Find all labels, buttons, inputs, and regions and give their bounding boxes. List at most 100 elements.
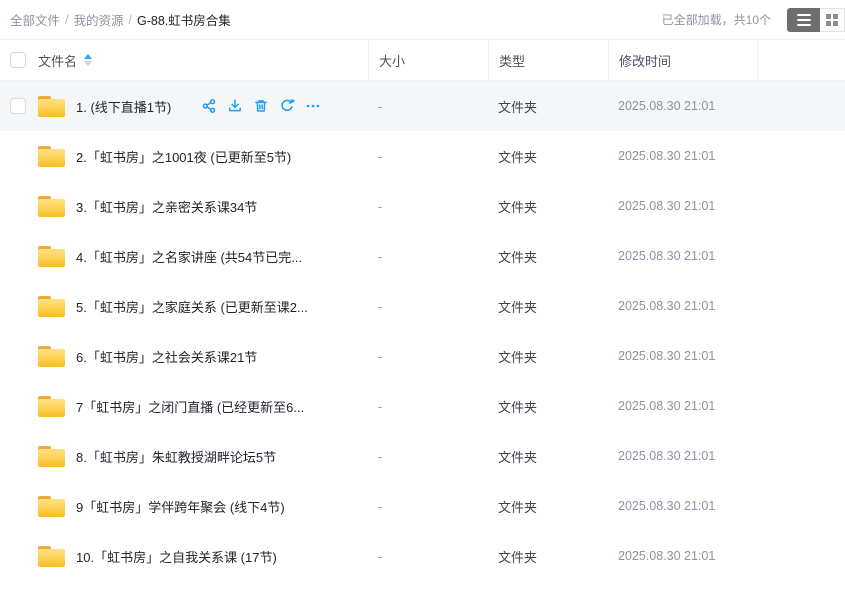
file-type: 文件夹 bbox=[488, 81, 608, 131]
table-row[interactable]: 9「虹书房」学伴跨年聚会 (线下4节) bbox=[0, 481, 845, 531]
file-modified: 2025.08.30 21:01 bbox=[608, 331, 757, 381]
save-copy-icon[interactable] bbox=[279, 98, 295, 114]
load-status-text: 已全部加载，共10个 bbox=[662, 11, 771, 28]
row-spacer bbox=[757, 81, 845, 131]
file-modified: 2025.08.30 21:01 bbox=[608, 81, 757, 131]
file-name[interactable]: 2.「虹书房」之1001夜 (已更新至5节) bbox=[76, 147, 291, 166]
file-size: - bbox=[368, 331, 488, 381]
folder-icon bbox=[38, 446, 65, 467]
file-size: - bbox=[368, 81, 488, 131]
folder-icon bbox=[38, 96, 65, 117]
breadcrumb-separator: / bbox=[129, 13, 132, 27]
column-header-size[interactable]: 大小 bbox=[368, 40, 488, 80]
table-row[interactable]: 8.「虹书房」朱虹教授湖畔论坛5节 bbox=[0, 431, 845, 481]
file-modified: 2025.08.30 21:01 bbox=[608, 431, 757, 481]
folder-icon bbox=[38, 346, 65, 367]
file-size: - bbox=[368, 281, 488, 331]
file-size: - bbox=[368, 381, 488, 431]
folder-icon bbox=[38, 496, 65, 517]
view-toggle bbox=[787, 8, 845, 32]
column-header-name[interactable]: 文件名 bbox=[38, 51, 77, 70]
file-modified: 2025.08.30 21:01 bbox=[608, 481, 757, 531]
table-row[interactable]: 6.「虹书房」之社会关系课21节 bbox=[0, 331, 845, 381]
breadcrumb: 全部文件 / 我的资源 / G-88.虹书房合集 bbox=[10, 10, 662, 29]
row-spacer bbox=[757, 381, 845, 431]
row-spacer bbox=[757, 131, 845, 181]
row-spacer bbox=[757, 231, 845, 281]
file-modified: 2025.08.30 21:01 bbox=[608, 381, 757, 431]
sort-icon[interactable] bbox=[84, 54, 92, 66]
table-row[interactable]: 3.「虹书房」之亲密关系课34节 bbox=[0, 181, 845, 231]
grid-view-icon[interactable] bbox=[820, 8, 845, 32]
file-type: 文件夹 bbox=[488, 231, 608, 281]
file-name[interactable]: 8.「虹书房」朱虹教授湖畔论坛5节 bbox=[76, 447, 276, 466]
folder-icon bbox=[38, 246, 65, 267]
file-type: 文件夹 bbox=[488, 281, 608, 331]
table-header: 文件名 大小 类型 修改时间 bbox=[0, 39, 845, 81]
column-header-modified[interactable]: 修改时间 bbox=[608, 40, 757, 80]
table-row[interactable]: 7「虹书房」之闭门直播 (已经更新至6... bbox=[0, 381, 845, 431]
table-row[interactable]: 5.「虹书房」之家庭关系 (已更新至课2... bbox=[0, 281, 845, 331]
file-name[interactable]: 6.「虹书房」之社会关系课21节 bbox=[76, 347, 257, 366]
file-size: - bbox=[368, 431, 488, 481]
row-spacer bbox=[757, 431, 845, 481]
table-row[interactable]: 10.「虹书房」之自我关系课 (17节) bbox=[0, 531, 845, 581]
file-name[interactable]: 3.「虹书房」之亲密关系课34节 bbox=[76, 197, 257, 216]
column-header-spacer bbox=[757, 40, 845, 80]
file-type: 文件夹 bbox=[488, 431, 608, 481]
list-view-glyph bbox=[797, 14, 811, 26]
file-size: - bbox=[368, 481, 488, 531]
column-header-type[interactable]: 类型 bbox=[488, 40, 608, 80]
share-icon[interactable] bbox=[201, 98, 217, 114]
folder-icon bbox=[38, 546, 65, 567]
more-icon[interactable] bbox=[305, 98, 321, 114]
grid-view-glyph bbox=[826, 14, 838, 26]
table-row[interactable]: 1. (线下直播1节) bbox=[0, 81, 845, 131]
file-modified: 2025.08.30 21:01 bbox=[608, 531, 757, 581]
file-type: 文件夹 bbox=[488, 331, 608, 381]
file-name[interactable]: 4.「虹书房」之名家讲座 (共54节已完... bbox=[76, 247, 302, 266]
breadcrumb-item[interactable]: 全部文件 bbox=[10, 10, 60, 29]
file-size: - bbox=[368, 231, 488, 281]
file-name[interactable]: 9「虹书房」学伴跨年聚会 (线下4节) bbox=[76, 497, 285, 516]
row-spacer bbox=[757, 481, 845, 531]
file-size: - bbox=[368, 131, 488, 181]
row-spacer bbox=[757, 181, 845, 231]
delete-icon[interactable] bbox=[253, 98, 269, 114]
sort-asc-arrow bbox=[84, 54, 92, 59]
file-name[interactable]: 7「虹书房」之闭门直播 (已经更新至6... bbox=[76, 397, 304, 416]
row-spacer bbox=[757, 331, 845, 381]
file-rows: 1. (线下直播1节) bbox=[0, 81, 845, 581]
file-modified: 2025.08.30 21:01 bbox=[608, 181, 757, 231]
file-modified: 2025.08.30 21:01 bbox=[608, 281, 757, 331]
sort-desc-arrow bbox=[84, 61, 92, 66]
folder-icon bbox=[38, 296, 65, 317]
breadcrumb-item[interactable]: 我的资源 bbox=[74, 10, 124, 29]
row-actions bbox=[201, 98, 321, 114]
list-view-icon[interactable] bbox=[787, 8, 820, 32]
breadcrumb-separator: / bbox=[65, 13, 68, 27]
file-manager-window: 全部文件 / 我的资源 / G-88.虹书房合集 已全部加载，共10个 文件名 大小 类… bbox=[0, 0, 845, 591]
file-type: 文件夹 bbox=[488, 131, 608, 181]
row-checkbox[interactable] bbox=[10, 98, 26, 114]
table-row[interactable]: 2.「虹书房」之1001夜 (已更新至5节) bbox=[0, 131, 845, 181]
table-row[interactable]: 4.「虹书房」之名家讲座 (共54节已完... bbox=[0, 231, 845, 281]
select-all-checkbox[interactable] bbox=[10, 52, 26, 68]
download-icon[interactable] bbox=[227, 98, 243, 114]
folder-icon bbox=[38, 196, 65, 217]
file-modified: 2025.08.30 21:01 bbox=[608, 131, 757, 181]
topbar: 全部文件 / 我的资源 / G-88.虹书房合集 已全部加载，共10个 bbox=[0, 0, 845, 39]
file-type: 文件夹 bbox=[488, 531, 608, 581]
folder-icon bbox=[38, 146, 65, 167]
file-name[interactable]: 5.「虹书房」之家庭关系 (已更新至课2... bbox=[76, 297, 308, 316]
row-spacer bbox=[757, 531, 845, 581]
file-type: 文件夹 bbox=[488, 181, 608, 231]
row-spacer bbox=[757, 281, 845, 331]
file-name[interactable]: 1. (线下直播1节) bbox=[76, 97, 171, 116]
file-size: - bbox=[368, 181, 488, 231]
file-name[interactable]: 10.「虹书房」之自我关系课 (17节) bbox=[76, 547, 277, 566]
folder-icon bbox=[38, 396, 65, 417]
breadcrumb-item: G-88.虹书房合集 bbox=[137, 10, 231, 29]
file-modified: 2025.08.30 21:01 bbox=[608, 231, 757, 281]
file-type: 文件夹 bbox=[488, 381, 608, 431]
